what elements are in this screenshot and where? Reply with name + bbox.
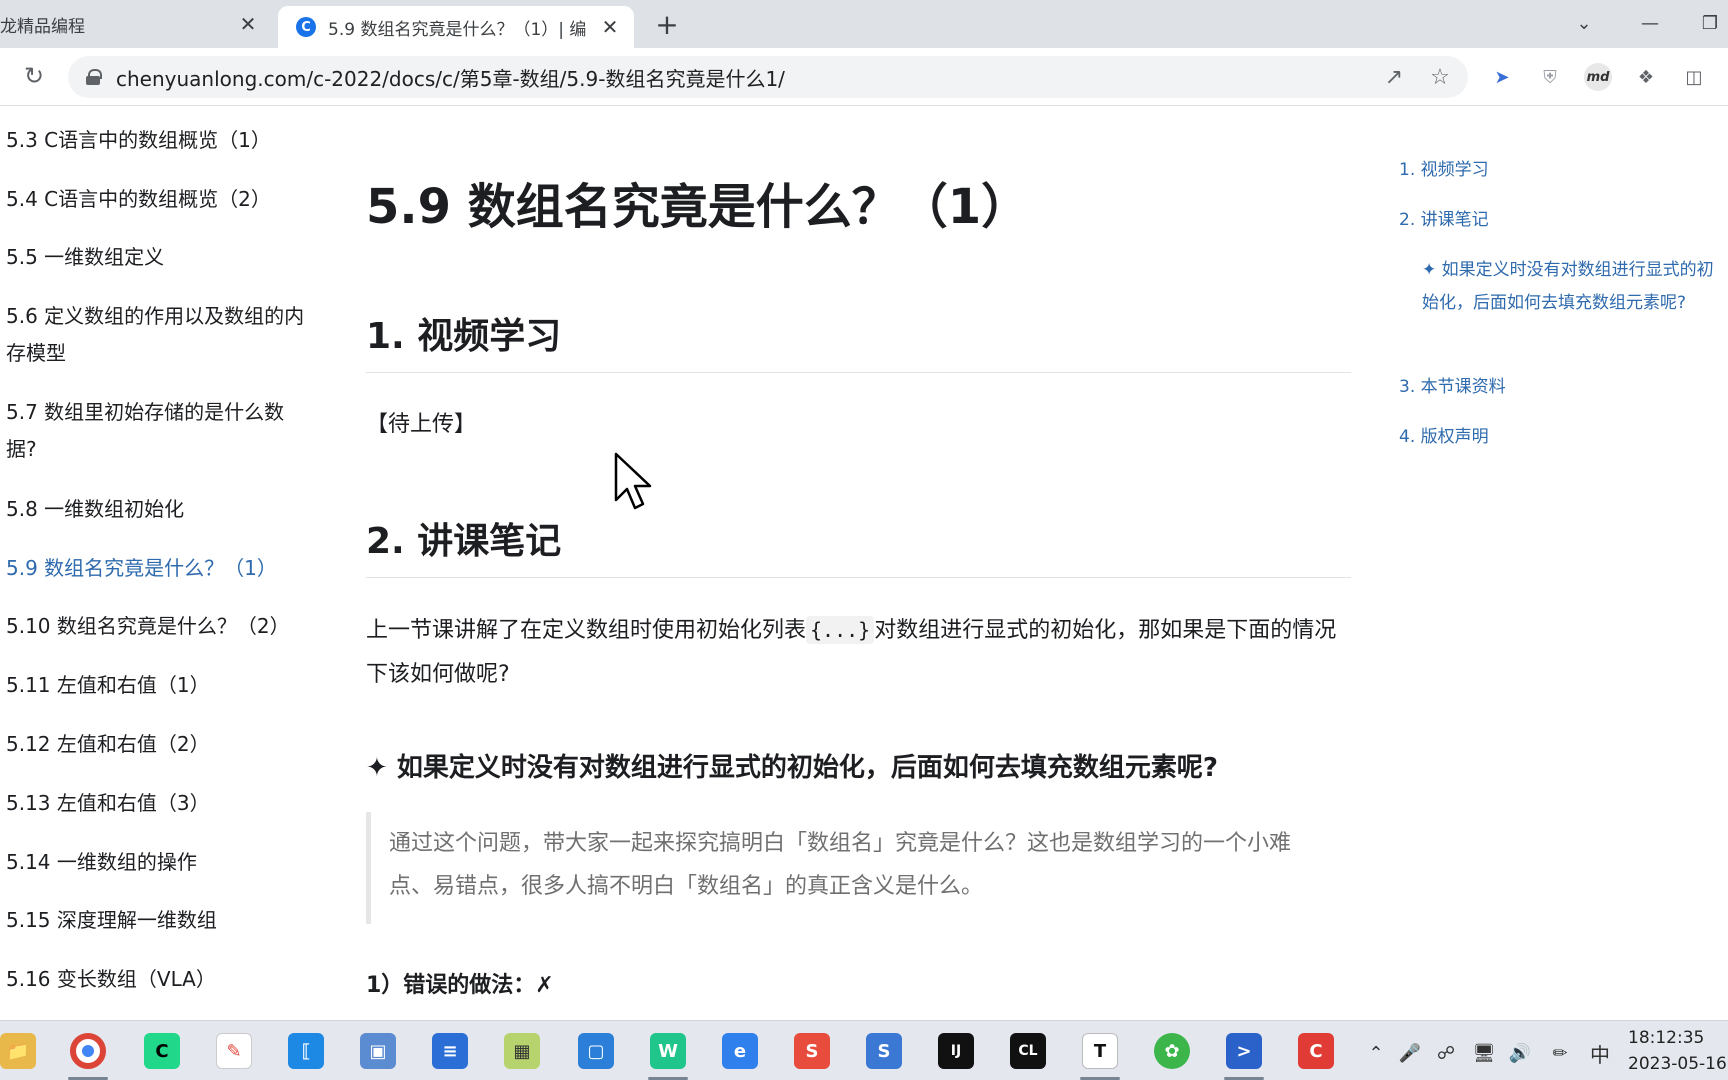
typora-icon[interactable]: T <box>1082 1033 1118 1069</box>
close-tab-icon[interactable]: ✕ <box>234 10 262 38</box>
sidebar-item-5-7[interactable]: 5.7 数组里初始存储的是什么数据? <box>6 394 306 468</box>
sidebar-item-5-5[interactable]: 5.5 一维数组定义 <box>6 239 306 276</box>
url-text[interactable]: chenyuanlong.com/c-2022/docs/c/第5章-数组/5.… <box>116 63 1376 92</box>
sidebar-item-5-14[interactable]: 5.14 一维数组的操作 <box>6 844 306 881</box>
browser-toolbar: ↻ chenyuanlong.com/c-2022/docs/c/第5章-数组/… <box>0 48 1728 106</box>
tab-title: 5.9 数组名究竟是什么？（1）| 编 <box>328 19 587 40</box>
section-heading-notes: 2. 讲课笔记 <box>366 521 562 562</box>
pending-upload-text: 【待上传】 <box>366 412 477 437</box>
clock-time: 18:12:35 <box>1628 1028 1705 1048</box>
sidebar-item-5-8[interactable]: 5.8 一维数组初始化 <box>6 491 306 528</box>
network-icon[interactable]: 🖥 <box>1470 1039 1498 1067</box>
webstorm-icon[interactable]: W <box>650 1033 686 1069</box>
tray-app-icon[interactable]: ☍ <box>1432 1039 1460 1067</box>
tab-title: 龙精品编程 <box>0 16 85 37</box>
ime-indicator[interactable]: 中 <box>1586 1039 1614 1067</box>
blockquote: 通过这个问题，带大家一起来探究搞明白「数组名」究竟是什么？这也是数组学习的一个小… <box>366 812 1351 924</box>
volume-icon[interactable]: 🔊 <box>1506 1039 1534 1067</box>
toc-item-materials[interactable]: 3. 本节课资料 <box>1399 371 1506 404</box>
address-bar[interactable]: chenyuanlong.com/c-2022/docs/c/第5章-数组/5.… <box>68 56 1468 98</box>
close-tab-icon[interactable]: ✕ <box>596 13 624 41</box>
sidebar-item-5-4[interactable]: 5.4 C语言中的数组概览（2） <box>6 181 306 218</box>
extensions-puzzle-icon[interactable]: ❖ <box>1632 63 1660 91</box>
tab-previous[interactable]: 龙精品编程 ✕ <box>0 0 272 48</box>
toc-item-copyright[interactable]: 4. 版权声明 <box>1399 421 1489 454</box>
subsection-heading: ✦ 如果定义时没有对数组进行显式的初始化，后面如何去填充数组元素呢? <box>366 753 1218 783</box>
sidebar-item-5-11[interactable]: 5.11 左值和右值（1） <box>6 667 306 704</box>
sidebar-item-5-3[interactable]: 5.3 C语言中的数组概览（1） <box>6 122 306 159</box>
side-panel-icon[interactable]: ◫ <box>1680 63 1708 91</box>
extension-md-icon[interactable]: md <box>1584 63 1612 91</box>
clion-icon[interactable]: CL <box>1010 1033 1046 1069</box>
sidebar-item-5-16[interactable]: 5.16 变长数组（VLA） <box>6 961 306 998</box>
divider <box>366 577 1351 578</box>
toc-item-subsection[interactable]: ✦ 如果定义时没有对数组进行显式的初始化，后面如何去填充数组元素呢? <box>1422 254 1728 320</box>
sidebar-item-5-13[interactable]: 5.13 左值和右值（3） <box>6 785 306 822</box>
bookmark-star-icon[interactable]: ☆ <box>1422 59 1458 95</box>
extension-shield-icon[interactable]: ⛨ <box>1536 63 1564 91</box>
intro-paragraph: 上一节课讲解了在定义数组时使用初始化列表 {...} 对数组进行显式的初始化，那如果… <box>366 608 1351 697</box>
sidebar-item-5-10[interactable]: 5.10 数组名究竟是什么？（2） <box>6 608 306 645</box>
sidebar-item-5-6[interactable]: 5.6 定义数组的作用以及数组的内存模型 <box>6 298 306 372</box>
page-title: 5.9 数组名究竟是什么？（1） <box>366 179 1030 235</box>
tab-current[interactable]: C 5.9 数组名究竟是什么？（1）| 编 ✕ <box>278 6 634 48</box>
app-s-icon[interactable]: S <box>866 1033 902 1069</box>
notes-icon[interactable]: ✎ <box>216 1033 252 1069</box>
restore-icon[interactable]: ❐ <box>1690 8 1728 38</box>
toc-item-notes[interactable]: 2. 讲课笔记 <box>1399 204 1489 237</box>
chrome-icon[interactable] <box>70 1033 106 1069</box>
vscode-icon[interactable]: ⟦ <box>288 1033 324 1069</box>
table-of-contents: 1. 视频学习 2. 讲课笔记 ✦ 如果定义时没有对数组进行显式的初始化，后面如… <box>1396 107 1728 1020</box>
extension-bird-icon[interactable]: ➤ <box>1488 63 1516 91</box>
site-favicon-icon: C <box>296 17 316 37</box>
wps-presentation-icon[interactable]: S <box>794 1033 830 1069</box>
powershell-icon[interactable]: > <box>1226 1033 1262 1069</box>
app-leaf-icon[interactable]: ✿ <box>1154 1033 1190 1069</box>
microphone-icon[interactable]: 🎤 <box>1396 1039 1424 1067</box>
article-content: 5.9 数组名究竟是什么？（1） 1. 视频学习 【待上传】 2. 讲课笔记 上… <box>366 107 1351 1020</box>
taskbar: 📁 C ✎ ⟦ ▣ ≡ ▦ ▢ W e S S IJ CL T ✿ > C ⌃ … <box>0 1020 1728 1080</box>
sidebar-item-5-15[interactable]: 5.15 深度理解一维数组 <box>6 902 306 939</box>
app-blue-icon[interactable]: ≡ <box>432 1033 468 1069</box>
section-heading-video: 1. 视频学习 <box>366 316 562 357</box>
file-explorer-icon[interactable]: 📁 <box>0 1033 36 1069</box>
tab-search-icon[interactable]: ⌄ <box>1564 8 1604 38</box>
pen-icon[interactable]: ✏ <box>1546 1039 1574 1067</box>
sidebar-item-5-9[interactable]: 5.9 数组名究竟是什么？（1） <box>6 550 306 587</box>
app-box-icon[interactable]: ▢ <box>578 1033 614 1069</box>
new-tab-button[interactable]: + <box>652 8 682 41</box>
reload-icon[interactable]: ↻ <box>20 62 48 90</box>
intellij-icon[interactable]: IJ <box>938 1033 974 1069</box>
intro-text-before: 上一节课讲解了在定义数组时使用初始化列表 <box>366 618 807 643</box>
sidebar-item-5-12[interactable]: 5.12 左值和右值（2） <box>6 726 306 763</box>
chapter-sidebar: 5.3 C语言中的数组概览（1） 5.4 C语言中的数组概览（2） 5.5 一维… <box>0 107 310 1020</box>
minimize-icon[interactable]: — <box>1630 8 1670 38</box>
tray-overflow-icon[interactable]: ⌃ <box>1362 1039 1390 1067</box>
app-c-icon[interactable]: C <box>1298 1033 1334 1069</box>
mouse-cursor-icon <box>614 452 652 510</box>
share-icon[interactable]: ↗ <box>1376 59 1412 95</box>
wrong-method-heading: 1）错误的做法：✗ <box>366 973 554 998</box>
system-clock[interactable]: 18:12:35 2023-05-16 <box>1628 1025 1728 1077</box>
divider <box>366 372 1351 373</box>
inline-code: {...} <box>806 616 875 644</box>
toc-item-video[interactable]: 1. 视频学习 <box>1399 154 1489 187</box>
remote-desktop-icon[interactable]: ▣ <box>360 1033 396 1069</box>
pycharm-edu-icon[interactable]: C <box>144 1033 180 1069</box>
tab-strip: 龙精品编程 ✕ C 5.9 数组名究竟是什么？（1）| 编 ✕ + ⌄ — ❐ <box>0 0 1728 48</box>
lock-icon[interactable] <box>86 69 102 85</box>
app-green-icon[interactable]: ▦ <box>504 1033 540 1069</box>
clock-date: 2023-05-16 <box>1628 1054 1727 1074</box>
app-e-icon[interactable]: e <box>722 1033 758 1069</box>
